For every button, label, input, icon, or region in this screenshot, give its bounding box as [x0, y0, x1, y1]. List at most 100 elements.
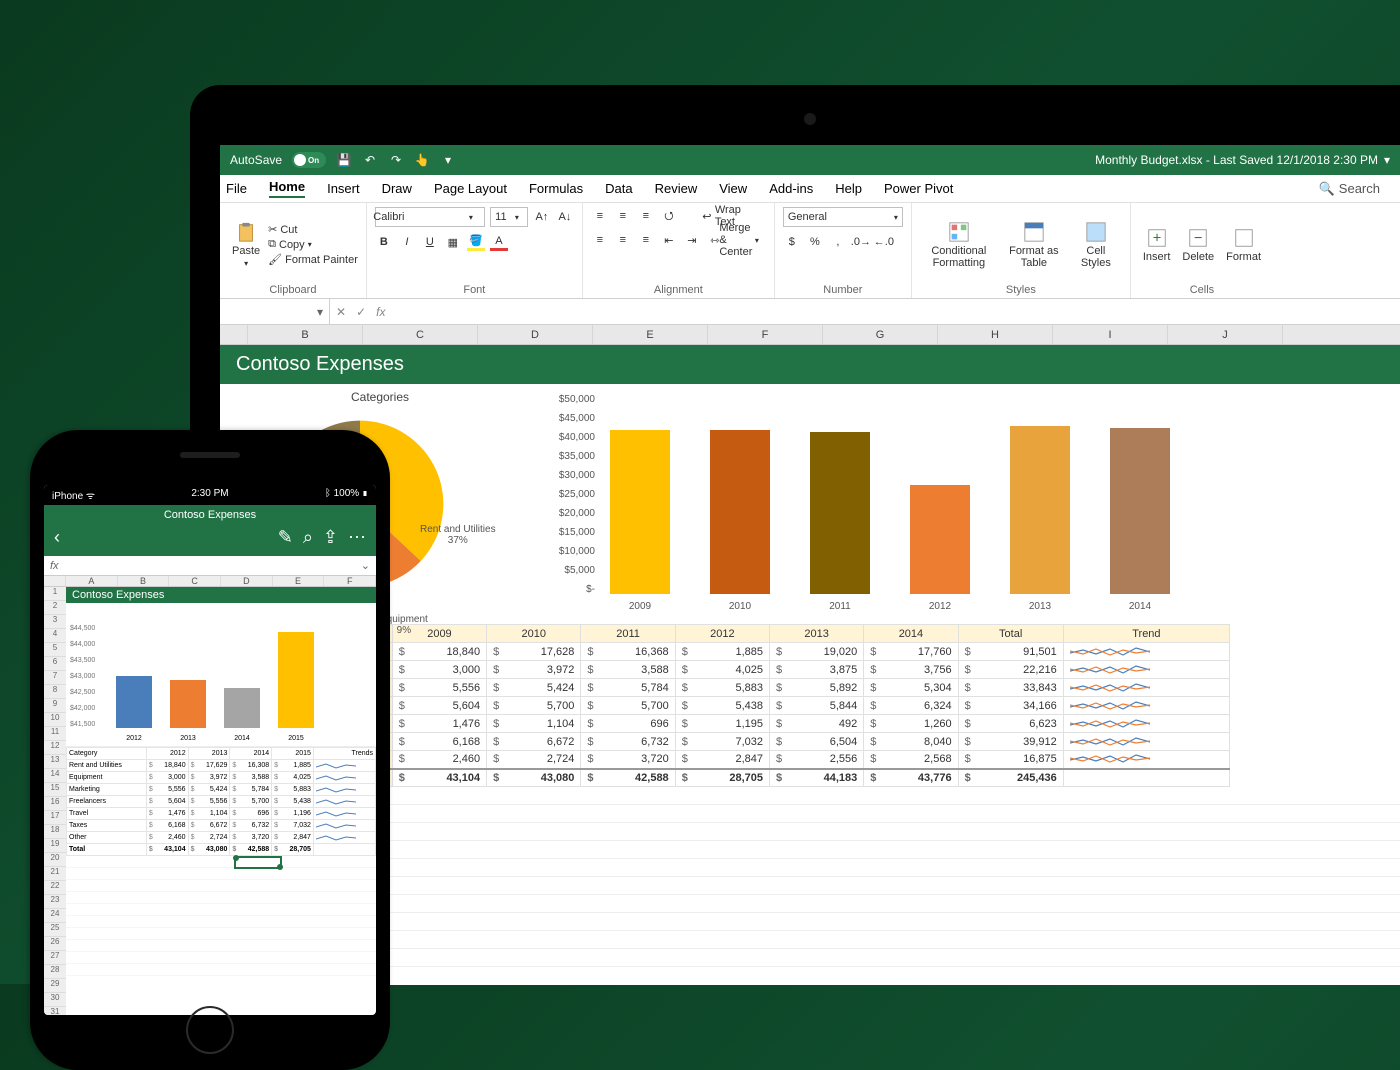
- row-number[interactable]: 23: [44, 895, 66, 909]
- table-header[interactable]: 2013: [188, 748, 230, 760]
- row-number[interactable]: 25: [44, 923, 66, 937]
- tab-formulas[interactable]: Formulas: [529, 181, 583, 196]
- cell-selection[interactable]: [234, 856, 282, 869]
- column-header[interactable]: F: [324, 576, 376, 586]
- table-row[interactable]: Other$2,460$2,724$3,720$2,847: [67, 832, 376, 844]
- insert-cells-button[interactable]: +Insert: [1139, 225, 1175, 265]
- mobile-formula-bar[interactable]: fx ⌄: [44, 556, 376, 576]
- comma-icon[interactable]: ,: [829, 233, 847, 251]
- bold-button[interactable]: B: [375, 233, 393, 251]
- column-header[interactable]: D: [478, 325, 593, 344]
- qat-dropdown-icon[interactable]: ▾: [440, 152, 456, 168]
- italic-button[interactable]: I: [398, 233, 416, 251]
- row-number[interactable]: 22: [44, 881, 66, 895]
- more-icon[interactable]: ⋯: [348, 527, 366, 548]
- column-header[interactable]: G: [823, 325, 938, 344]
- table-header[interactable]: 2012: [146, 748, 188, 760]
- tab-data[interactable]: Data: [605, 181, 632, 196]
- format-cells-button[interactable]: Format: [1222, 225, 1265, 265]
- percent-icon[interactable]: %: [806, 233, 824, 251]
- undo-icon[interactable]: ↶: [362, 152, 378, 168]
- tab-add-ins[interactable]: Add-ins: [769, 181, 813, 196]
- underline-button[interactable]: U: [421, 233, 439, 251]
- table-header[interactable]: 2014: [230, 748, 272, 760]
- row-number[interactable]: 11: [44, 727, 66, 741]
- column-header[interactable]: H: [938, 325, 1053, 344]
- font-size-select[interactable]: 11▾: [490, 207, 528, 227]
- font-name-select[interactable]: Calibri▾: [375, 207, 485, 227]
- column-header[interactable]: F: [708, 325, 823, 344]
- align-middle-icon[interactable]: ≡: [614, 207, 632, 225]
- chevron-down-icon[interactable]: ⌄: [361, 559, 370, 572]
- column-header[interactable]: E: [273, 576, 325, 586]
- row-number[interactable]: 29: [44, 979, 66, 993]
- align-center-icon[interactable]: ≡: [614, 231, 632, 249]
- row-number[interactable]: 15: [44, 783, 66, 797]
- row-number[interactable]: 18: [44, 825, 66, 839]
- accept-formula-icon[interactable]: ✓: [356, 305, 366, 319]
- row-number[interactable]: 16: [44, 797, 66, 811]
- table-header[interactable]: Trend: [1063, 625, 1229, 643]
- copy-button[interactable]: ⧉Copy▾: [268, 238, 358, 251]
- column-header[interactable]: E: [593, 325, 708, 344]
- cancel-formula-icon[interactable]: ✕: [336, 305, 346, 319]
- column-header[interactable]: C: [169, 576, 221, 586]
- row-number[interactable]: 7: [44, 671, 66, 685]
- cell-styles-button[interactable]: Cell Styles: [1070, 219, 1122, 271]
- draw-icon[interactable]: ✎: [278, 527, 293, 548]
- number-format-select[interactable]: General▾: [783, 207, 903, 227]
- title-dropdown-icon[interactable]: ▾: [1384, 153, 1390, 167]
- row-number[interactable]: 20: [44, 853, 66, 867]
- save-icon[interactable]: 💾: [336, 152, 352, 168]
- align-bottom-icon[interactable]: ≡: [637, 207, 655, 225]
- table-header[interactable]: 2015: [272, 748, 314, 760]
- autosave-toggle[interactable]: On: [292, 152, 326, 168]
- touch-mode-icon[interactable]: 👆: [414, 152, 430, 168]
- merge-center-button[interactable]: ⇿Merge & Center▾: [706, 231, 766, 249]
- row-number[interactable]: 5: [44, 643, 66, 657]
- table-header[interactable]: Category: [67, 748, 147, 760]
- tab-page-layout[interactable]: Page Layout: [434, 181, 507, 196]
- empty-grid[interactable]: [66, 856, 376, 976]
- bar-chart[interactable]: 200920102011201220132014 $50,000$45,000$…: [540, 384, 1400, 624]
- row-number[interactable]: 30: [44, 993, 66, 1007]
- tab-file[interactable]: File: [226, 181, 247, 196]
- table-header[interactable]: Trends: [313, 748, 375, 760]
- table-header[interactable]: 2010: [487, 625, 581, 643]
- table-header[interactable]: Total: [958, 625, 1063, 643]
- select-all-corner[interactable]: [220, 325, 248, 344]
- font-color-button[interactable]: A: [490, 233, 508, 251]
- indent-decrease-icon[interactable]: ⇤: [660, 231, 678, 249]
- search-icon[interactable]: ⌕: [303, 527, 313, 548]
- column-header[interactable]: C: [363, 325, 478, 344]
- table-header[interactable]: 2014: [864, 625, 958, 643]
- name-box[interactable]: ▾: [220, 299, 330, 324]
- tab-help[interactable]: Help: [835, 181, 862, 196]
- row-number[interactable]: 21: [44, 867, 66, 881]
- fill-color-button[interactable]: 🪣: [467, 233, 485, 251]
- decrease-decimal-icon[interactable]: ←.0: [875, 233, 893, 251]
- row-number[interactable]: 3: [44, 615, 66, 629]
- cut-button[interactable]: ✂Cut: [268, 223, 358, 236]
- grow-font-icon[interactable]: A↑: [533, 208, 551, 226]
- row-number[interactable]: 31: [44, 1007, 66, 1015]
- tab-insert[interactable]: Insert: [327, 181, 360, 196]
- row-number[interactable]: 4: [44, 629, 66, 643]
- tab-review[interactable]: Review: [655, 181, 698, 196]
- row-number[interactable]: 8: [44, 685, 66, 699]
- table-row[interactable]: Marketing$5,556$5,424$5,784$5,883: [67, 784, 376, 796]
- row-number[interactable]: 14: [44, 769, 66, 783]
- share-icon[interactable]: ⇪: [323, 527, 338, 548]
- increase-decimal-icon[interactable]: .0→: [852, 233, 870, 251]
- row-number[interactable]: 13: [44, 755, 66, 769]
- table-row[interactable]: Freelancers$5,604$5,556$5,700$5,438: [67, 796, 376, 808]
- delete-cells-button[interactable]: −Delete: [1178, 225, 1218, 265]
- row-number[interactable]: 27: [44, 951, 66, 965]
- row-number[interactable]: 28: [44, 965, 66, 979]
- format-painter-button[interactable]: 🖌Format Painter: [268, 253, 358, 266]
- indent-increase-icon[interactable]: ⇥: [683, 231, 701, 249]
- column-header[interactable]: B: [248, 325, 363, 344]
- search-box[interactable]: 🔍 Search: [1319, 181, 1380, 197]
- row-number[interactable]: 26: [44, 937, 66, 951]
- table-total-row[interactable]: Total$43,104$43,080$42,588$28,705: [67, 844, 376, 856]
